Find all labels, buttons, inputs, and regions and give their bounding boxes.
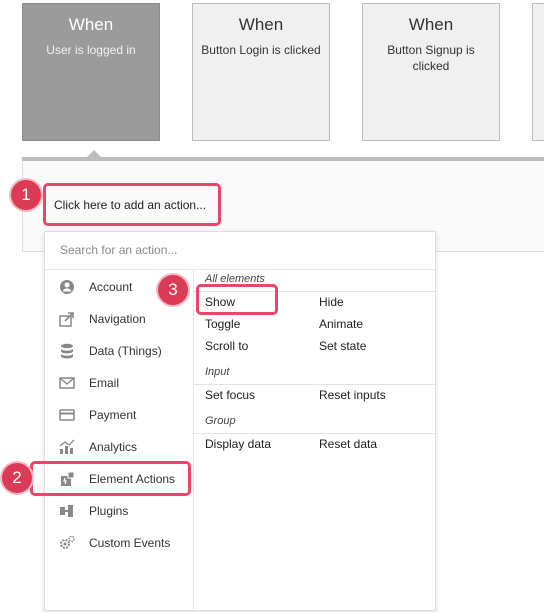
action-category-list: Account Navigation Data (Things) Email P… [45, 270, 194, 612]
event-card-title: When [408, 15, 454, 34]
section-input-header: Input [205, 366, 230, 378]
category-label: Payment [89, 408, 137, 422]
payment-icon [59, 409, 75, 421]
account-icon [60, 280, 74, 294]
category-label: Account [89, 280, 133, 294]
action-display-data[interactable]: Display data [205, 437, 271, 451]
custom-events-icon [60, 535, 75, 549]
action-set-focus[interactable]: Set focus [205, 388, 255, 402]
action-scroll-to[interactable]: Scroll to [205, 339, 248, 353]
category-label: Email [89, 376, 120, 390]
section-group-header: Group [205, 415, 236, 427]
email-icon [59, 377, 75, 389]
event-card-button-signup[interactable]: When Button Signup is clicked [362, 3, 500, 141]
event-card-subtitle: Button Signup is clicked [387, 43, 475, 73]
database-icon [61, 343, 73, 359]
highlight-element-actions [30, 461, 191, 496]
event-card-user-logged-in[interactable]: When User is logged in [22, 3, 160, 141]
action-toggle[interactable]: Toggle [205, 317, 240, 331]
action-options-list: All elements Show Hide Toggle Animate Sc… [193, 270, 437, 612]
category-label: Data (Things) [89, 344, 162, 358]
highlight-show-action [196, 284, 278, 315]
navigation-icon [59, 312, 74, 327]
highlight-add-action [43, 183, 221, 226]
category-label: Custom Events [89, 536, 171, 550]
action-set-state[interactable]: Set state [319, 339, 366, 353]
event-card-subtitle: Button Login is clicked [201, 43, 321, 57]
step-badge-2: 2 [2, 463, 32, 493]
action-hide[interactable]: Hide [319, 295, 344, 309]
section-divider [193, 384, 437, 385]
event-card-next[interactable] [532, 3, 544, 141]
step-badge-3: 3 [158, 275, 188, 305]
action-search-input[interactable] [58, 242, 422, 258]
event-card-subtitle: User is logged in [46, 43, 136, 57]
action-reset-inputs[interactable]: Reset inputs [319, 388, 386, 402]
category-label: Plugins [89, 504, 129, 518]
section-divider [193, 433, 437, 434]
step-badge-1: 1 [11, 180, 41, 210]
action-animate[interactable]: Animate [319, 317, 363, 331]
plugins-icon [60, 505, 73, 517]
category-label: Navigation [89, 312, 146, 326]
event-card-title: When [68, 15, 114, 34]
event-card-button-login[interactable]: When Button Login is clicked [192, 3, 330, 141]
category-label: Analytics [89, 440, 138, 454]
analytics-icon [59, 439, 75, 454]
action-search-bar [45, 232, 435, 270]
event-card-title: When [238, 15, 284, 34]
action-reset-data[interactable]: Reset data [319, 437, 377, 451]
